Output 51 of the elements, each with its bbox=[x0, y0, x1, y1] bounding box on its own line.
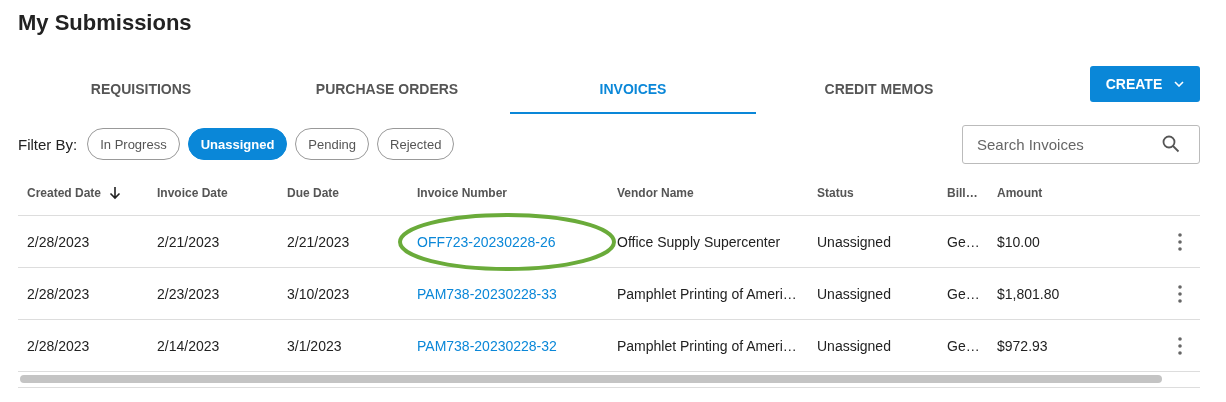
column-header[interactable]: Bill… bbox=[947, 186, 978, 200]
table-cell-text: Pamphlet Printing of Ameri… bbox=[617, 285, 798, 302]
table-cell-text: 2/28/2023 bbox=[27, 285, 91, 302]
tab[interactable]: INVOICES bbox=[510, 66, 756, 114]
table-cell-text: $1,801.80 bbox=[997, 285, 1061, 302]
table-cell-text: $972.93 bbox=[997, 337, 1049, 354]
table-cell-text: Pamphlet Printing of Ameri… bbox=[617, 337, 798, 354]
filter-chip[interactable]: In Progress bbox=[87, 128, 180, 160]
table-cell-text: 2/21/2023 bbox=[287, 233, 351, 250]
column-header[interactable]: Due Date bbox=[287, 186, 339, 200]
table-cell-text: 2/21/2023 bbox=[157, 233, 221, 250]
more-icon[interactable] bbox=[1178, 336, 1182, 355]
table-cell-text: 2/23/2023 bbox=[157, 285, 221, 302]
page-title: My Submissions bbox=[18, 9, 193, 37]
column-header[interactable]: Vendor Name bbox=[617, 186, 694, 200]
filter-chip[interactable]: Rejected bbox=[377, 128, 455, 160]
table-cell-text: 3/10/2023 bbox=[287, 285, 351, 302]
column-header[interactable]: Amount bbox=[997, 186, 1043, 200]
tab[interactable]: CREDIT MEMOS bbox=[756, 66, 1002, 114]
more-icon[interactable] bbox=[1178, 284, 1182, 303]
table-cell-text: Ge… bbox=[947, 233, 981, 250]
table-cell-text: 2/28/2023 bbox=[27, 337, 91, 354]
chevron-down-icon bbox=[1174, 81, 1185, 87]
filter-chip[interactable]: Pending bbox=[295, 128, 370, 160]
invoice-link[interactable]: PAM738-20230228-32 bbox=[417, 337, 557, 354]
create-button[interactable]: CREATE bbox=[1090, 66, 1200, 102]
column-header[interactable]: Created Date bbox=[27, 186, 102, 200]
scrollbar[interactable] bbox=[20, 375, 1162, 383]
filter-chip[interactable]: Unassigned bbox=[187, 128, 288, 160]
table-cell-text: Unassigned bbox=[817, 233, 892, 250]
more-icon[interactable] bbox=[1178, 232, 1182, 251]
search-field[interactable]: Search Invoices bbox=[962, 124, 1200, 164]
table-cell-text: 2/28/2023 bbox=[27, 233, 91, 250]
table-cell-text: Ge… bbox=[947, 285, 981, 302]
table-cell-text: Unassigned bbox=[817, 285, 892, 302]
table-cell-text: $10.00 bbox=[997, 233, 1041, 250]
table-cell-text: Ge… bbox=[947, 337, 981, 354]
search-icon bbox=[1162, 134, 1180, 153]
tab[interactable]: PURCHASE ORDERS bbox=[264, 66, 510, 114]
invoice-link[interactable]: OFF723-20230228-26 bbox=[417, 233, 556, 250]
column-header[interactable]: Invoice Number bbox=[417, 186, 508, 200]
column-header[interactable]: Invoice Date bbox=[157, 186, 228, 200]
filter-label: Filter By: bbox=[18, 135, 78, 153]
arrow-down-icon bbox=[109, 186, 122, 200]
table-cell-text: 3/1/2023 bbox=[287, 337, 343, 354]
table-cell-text: Office Supply Supercenter bbox=[617, 233, 782, 250]
invoice-link[interactable]: PAM738-20230228-33 bbox=[417, 285, 557, 302]
table-cell-text: 2/14/2023 bbox=[157, 337, 221, 354]
tab[interactable]: REQUISITIONS bbox=[18, 66, 264, 114]
column-header[interactable]: Status bbox=[817, 186, 854, 200]
table-cell-text: Unassigned bbox=[817, 337, 892, 354]
